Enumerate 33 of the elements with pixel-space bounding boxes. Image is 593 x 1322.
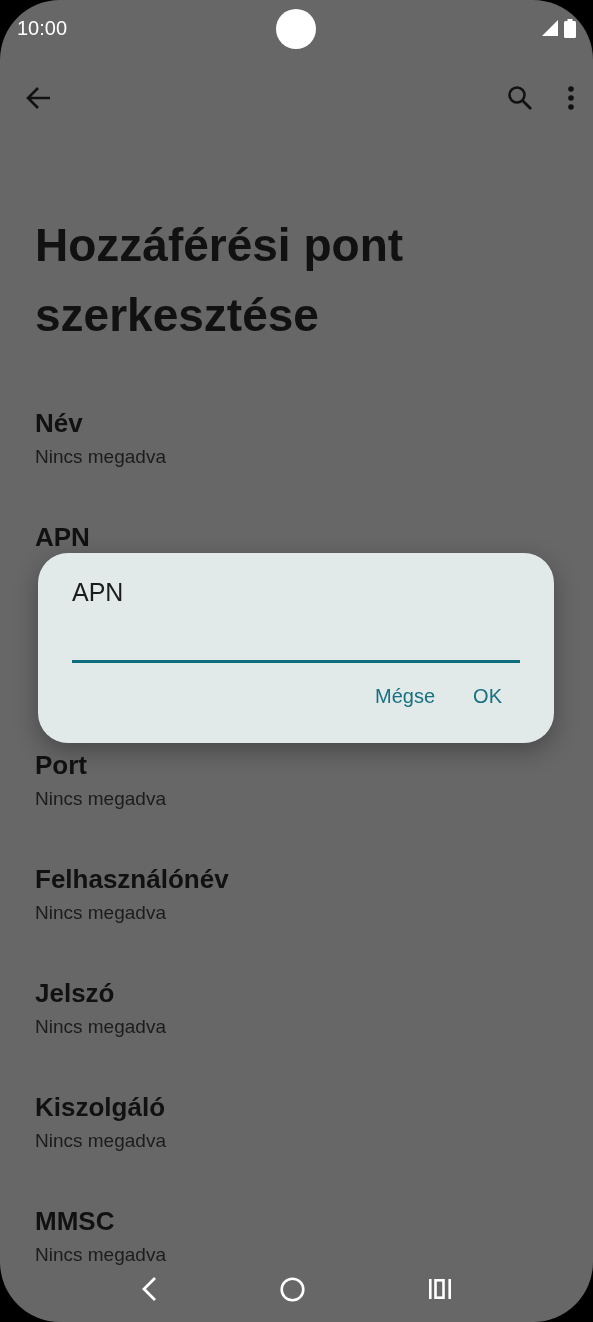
setting-value: Nincs megadva bbox=[35, 1015, 167, 1039]
more-options-button[interactable] bbox=[567, 86, 575, 110]
setting-title[interactable]: MMSC bbox=[35, 1205, 558, 1237]
setting-title[interactable]: APN bbox=[35, 521, 558, 553]
clock: 10:00 bbox=[17, 16, 68, 40]
setting-value: Nincs megadva bbox=[35, 787, 167, 811]
home-button[interactable] bbox=[280, 1276, 305, 1302]
back-arrow-icon bbox=[26, 86, 52, 110]
nav-back-button[interactable] bbox=[141, 1276, 158, 1302]
setting-title[interactable]: Port bbox=[35, 749, 558, 781]
battery-icon bbox=[564, 18, 576, 38]
setting-title[interactable]: Jelszó bbox=[35, 977, 558, 1009]
setting-value: Nincs megadva bbox=[35, 1243, 167, 1267]
setting-title[interactable]: Felhasználónév bbox=[35, 863, 558, 895]
dialog-button[interactable]: OK bbox=[469, 681, 506, 712]
circle-icon bbox=[280, 1276, 305, 1302]
setting-title[interactable]: Név bbox=[35, 407, 558, 439]
camera-cutout bbox=[276, 9, 316, 49]
setting-value: Nincs megadva bbox=[35, 445, 167, 469]
page-title: Hozzáférési pont szerkesztése bbox=[35, 218, 405, 343]
dialog-button[interactable]: Mégse bbox=[371, 681, 440, 712]
recents-button[interactable] bbox=[427, 1278, 452, 1300]
setting-title[interactable]: Kiszolgáló bbox=[35, 1091, 558, 1123]
setting-value: Nincs megadva bbox=[35, 901, 167, 925]
more-vertical-icon bbox=[567, 86, 575, 110]
search-button[interactable] bbox=[507, 85, 533, 111]
signal-icon bbox=[542, 20, 558, 36]
back-button[interactable] bbox=[26, 86, 52, 110]
chevron-left-icon bbox=[141, 1276, 158, 1302]
recents-icon bbox=[427, 1278, 452, 1300]
setting-value: Nincs megadva bbox=[35, 1129, 167, 1153]
dialog-title: APN bbox=[72, 577, 125, 608]
search-icon bbox=[507, 85, 533, 111]
